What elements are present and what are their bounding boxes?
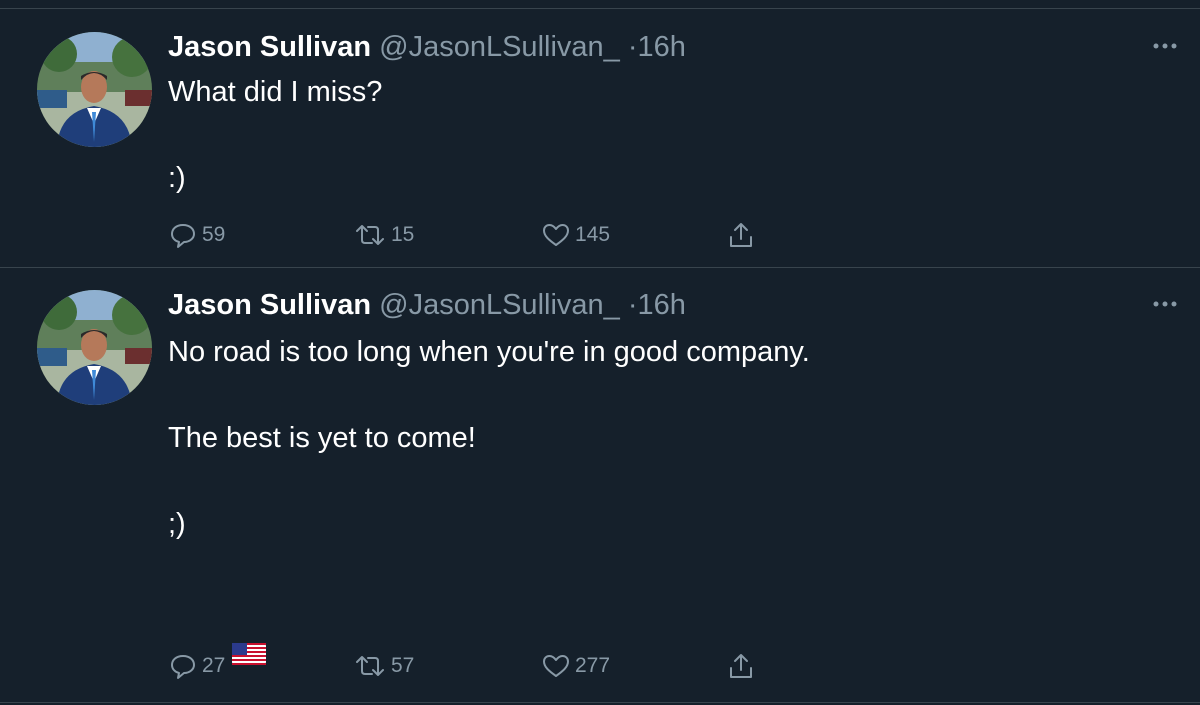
tweet-line bbox=[168, 546, 810, 589]
retweet-count: 15 bbox=[391, 223, 415, 246]
avatar-photo bbox=[37, 32, 152, 147]
reply-icon bbox=[171, 655, 195, 679]
bottom-divider bbox=[0, 702, 1200, 703]
tweet-1[interactable]: Jason Sullivan @JasonLSullivan_ ·16h Wha… bbox=[0, 0, 1200, 267]
header-separator: · bbox=[627, 31, 638, 63]
like-button[interactable]: 145 bbox=[541, 220, 610, 250]
header-separator: · bbox=[627, 289, 638, 321]
like-count: 277 bbox=[575, 654, 611, 677]
reply-count: 27 bbox=[202, 654, 226, 677]
author-avatar[interactable] bbox=[37, 290, 152, 405]
reply-button[interactable]: 27 bbox=[168, 651, 225, 681]
share-button[interactable] bbox=[726, 220, 760, 250]
like-icon bbox=[543, 224, 569, 246]
tweet-text: No road is too long when you're in good … bbox=[168, 331, 810, 705]
tweet-line bbox=[168, 460, 810, 503]
tweet-line: ;) bbox=[168, 508, 186, 540]
avatar-photo bbox=[37, 290, 152, 405]
tweet-actions: 27 57 277 bbox=[168, 651, 768, 681]
tweet-line: :) bbox=[168, 162, 186, 194]
tweet-line: What did I miss? bbox=[168, 76, 383, 108]
author-name[interactable]: Jason Sullivan bbox=[168, 31, 371, 63]
timeline-feed: Jason Sullivan @JasonLSullivan_ ·16h Wha… bbox=[0, 0, 1200, 705]
tweet-line: The best is yet to come! bbox=[168, 422, 476, 454]
author-handle[interactable]: @JasonLSullivan_ bbox=[379, 31, 620, 63]
more-options-button[interactable] bbox=[1150, 36, 1180, 56]
retweet-button[interactable]: 57 bbox=[353, 651, 414, 681]
tweet-actions: 59 15 145 bbox=[168, 220, 768, 250]
tweet-time[interactable]: 16h bbox=[638, 31, 686, 63]
reply-icon bbox=[171, 224, 195, 248]
like-count: 145 bbox=[575, 223, 611, 246]
tweet-2[interactable]: Jason Sullivan @JasonLSullivan_ ·16h No … bbox=[0, 268, 1200, 705]
retweet-count: 57 bbox=[391, 654, 415, 677]
tweet-header: Jason Sullivan @JasonLSullivan_ ·16h bbox=[168, 288, 686, 322]
share-icon bbox=[730, 223, 752, 247]
tweet-header: Jason Sullivan @JasonLSullivan_ ·16h bbox=[168, 30, 686, 64]
tweet-line bbox=[168, 374, 810, 417]
author-name[interactable]: Jason Sullivan bbox=[168, 289, 371, 321]
tweet-line bbox=[168, 114, 382, 157]
reply-count: 59 bbox=[202, 223, 226, 246]
author-avatar[interactable] bbox=[37, 32, 152, 147]
like-icon bbox=[543, 655, 569, 677]
share-icon bbox=[730, 654, 752, 678]
more-icon bbox=[1153, 301, 1177, 307]
like-button[interactable]: 277 bbox=[541, 651, 610, 681]
retweet-button[interactable]: 15 bbox=[353, 220, 414, 250]
tweet-line: No road is too long when you're in good … bbox=[168, 336, 810, 368]
retweet-icon bbox=[356, 656, 384, 676]
more-icon bbox=[1153, 43, 1177, 49]
share-button[interactable] bbox=[726, 651, 760, 681]
tweet-time[interactable]: 16h bbox=[638, 289, 686, 321]
more-options-button[interactable] bbox=[1150, 294, 1180, 314]
author-handle[interactable]: @JasonLSullivan_ bbox=[379, 289, 620, 321]
reply-button[interactable]: 59 bbox=[168, 220, 225, 250]
tweet-text: What did I miss? :) bbox=[168, 71, 382, 200]
tweet-emoji-line bbox=[168, 589, 810, 705]
retweet-icon bbox=[356, 225, 384, 245]
